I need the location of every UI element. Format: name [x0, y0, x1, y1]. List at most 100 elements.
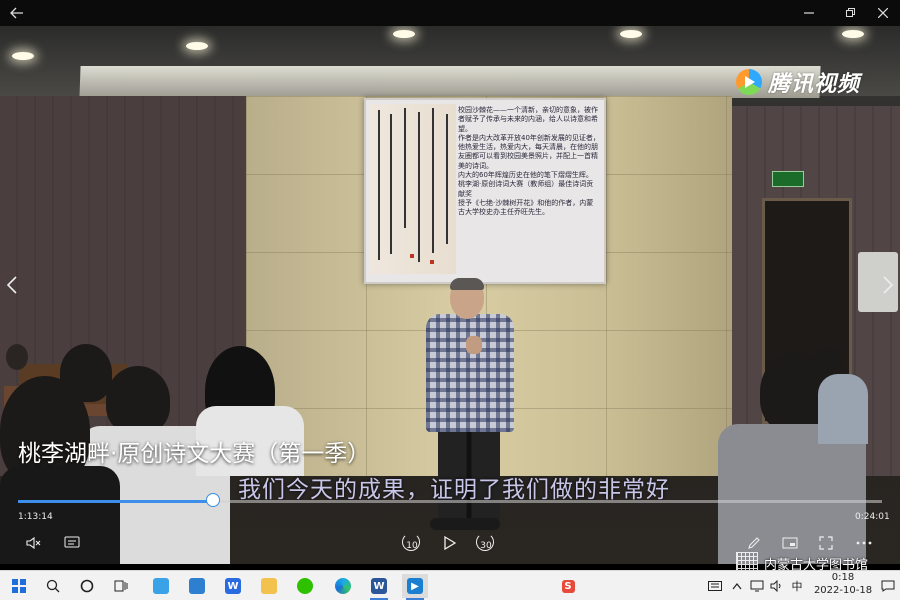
- network-icon: [750, 580, 764, 592]
- tray-ime[interactable]: 中: [788, 575, 806, 597]
- close-button[interactable]: [866, 0, 900, 26]
- audience-member: [6, 344, 28, 370]
- video-player-window: 校园沙棘花——一个清新，亲切的意象，被作者赋予了传承与未来的内涵，给人以诗意和希…: [0, 0, 900, 600]
- circle-icon: [80, 579, 94, 593]
- speaker-hands: [466, 336, 482, 354]
- skip-forward-button[interactable]: 30: [474, 532, 498, 554]
- taskbar-app-edge[interactable]: [330, 574, 356, 598]
- progress-bar[interactable]: [18, 493, 882, 507]
- ceiling-soffit: [79, 66, 821, 98]
- taskbar-app-computer[interactable]: [148, 574, 174, 598]
- search-icon: [46, 579, 60, 593]
- notification-icon: [881, 580, 895, 592]
- chevron-up-icon: [732, 583, 742, 590]
- progress-fill: [18, 500, 214, 503]
- clock-time: 0:18: [831, 572, 855, 583]
- next-button[interactable]: [878, 275, 898, 301]
- ceiling-light: [12, 52, 34, 60]
- taskbar-app-word[interactable]: W: [366, 574, 392, 600]
- skip-back-button[interactable]: 10: [400, 532, 424, 554]
- cortana-button[interactable]: [74, 574, 100, 598]
- wechat-icon: [297, 578, 313, 594]
- mute-button[interactable]: [22, 532, 46, 554]
- word-icon: W: [371, 578, 387, 594]
- tray-app-wps[interactable]: S: [558, 575, 578, 597]
- restore-icon: [846, 8, 855, 17]
- start-button[interactable]: [6, 574, 32, 598]
- speaker-shirt: [426, 314, 514, 432]
- volume-muted-icon: [26, 536, 41, 550]
- speaker-hair: [450, 278, 484, 290]
- captions-button[interactable]: [60, 532, 84, 554]
- windows-start-icon: [12, 579, 26, 593]
- chevron-left-icon: [6, 276, 17, 294]
- ceiling-light: [186, 42, 208, 50]
- exit-sign: [772, 171, 804, 187]
- computer-icon: [153, 578, 169, 594]
- more-options-button[interactable]: [852, 532, 876, 554]
- current-time: 1:13:14: [18, 512, 53, 522]
- tray-show-hidden[interactable]: [728, 575, 746, 597]
- task-view-button[interactable]: [108, 574, 134, 598]
- minimize-button[interactable]: [792, 0, 826, 26]
- keyboard-icon: [708, 581, 722, 591]
- tencent-video-logo-icon: [736, 69, 762, 95]
- slide-text: 校园沙棘花——一个清新，亲切的意象，被作者赋予了传承与未来的内涵，给人以诗意和希…: [458, 106, 600, 218]
- taskbar-app-store[interactable]: [184, 574, 210, 598]
- expand-icon: [819, 536, 833, 550]
- tray-network[interactable]: [748, 575, 766, 597]
- speaker-icon: [770, 580, 781, 592]
- folder-icon: [261, 578, 277, 594]
- more-icon: [856, 541, 872, 545]
- taskbar-app-wechat[interactable]: [292, 574, 318, 598]
- slide-paragraph: 内大的60年辉煌历史在他的笔下熠熠生辉。: [458, 171, 593, 180]
- taskbar-app-wps[interactable]: W: [220, 574, 246, 598]
- audience-member-body: [818, 374, 868, 444]
- skip-back-label: 10: [406, 541, 418, 551]
- skip-forward-label: 30: [480, 541, 492, 551]
- slide-paragraph: 授予《七绝·沙棘树开花》和他的作者，内蒙古大学校史办主任乔旺先生。: [458, 198, 594, 217]
- title-bar: [0, 0, 900, 26]
- taskbar-app-file-explorer[interactable]: [256, 574, 282, 598]
- slide-paragraph: 他热爱生活，热爱内大，每天清晨，在他的朋友圈都可以看到校园美景照片，并配上一首精…: [458, 143, 598, 170]
- taskbar-app-video-player[interactable]: ▶: [402, 574, 428, 600]
- arrow-left-icon: [10, 7, 23, 19]
- close-icon: [878, 8, 888, 18]
- search-button[interactable]: [40, 574, 66, 598]
- slide-paragraph: 桃李湖·原创诗词大赛（教师组）最佳诗词贡献奖: [458, 180, 594, 198]
- edge-icon: [335, 578, 351, 594]
- projection-screen: 校园沙棘花——一个清新，亲切的意象，被作者赋予了传承与未来的内涵，给人以诗意和希…: [364, 98, 606, 284]
- total-time: 0:24:01: [855, 512, 890, 522]
- previous-button[interactable]: [2, 275, 22, 301]
- calligraphy-artwork: [370, 104, 456, 274]
- captions-icon: [64, 536, 80, 548]
- minimize-icon: [804, 12, 814, 14]
- fullscreen-button[interactable]: [814, 532, 838, 554]
- mini-view-button[interactable]: [778, 532, 802, 554]
- play-button[interactable]: [438, 532, 462, 554]
- slide-paragraph: 校园沙棘花——一个清新，亲切的意象，被作者赋予了传承与未来的内涵，给人以诗意和希…: [458, 106, 598, 133]
- play-icon: [444, 536, 456, 550]
- logo-text: 腾讯视频: [768, 72, 861, 97]
- ceiling-light: [620, 30, 642, 38]
- tencent-video-logo: 腾讯视频: [736, 66, 860, 98]
- ceiling-light: [393, 30, 415, 38]
- video-player-icon: ▶: [407, 578, 423, 594]
- chevron-right-icon: [883, 276, 894, 294]
- speaker-shoes: [430, 518, 500, 530]
- slide-paragraph: 作者是内大改革开放40年创新发展的见证者，: [458, 133, 600, 142]
- clock-date: 2022-10-18: [813, 585, 873, 596]
- notifications-button[interactable]: [878, 575, 898, 597]
- restore-button[interactable]: [833, 0, 867, 26]
- store-icon: [189, 578, 205, 594]
- tray-volume[interactable]: [768, 575, 786, 597]
- system-clock[interactable]: 0:18 2022-10-18: [808, 571, 878, 597]
- edit-button[interactable]: [742, 532, 766, 554]
- ceiling-light: [842, 30, 864, 38]
- picture-in-picture-icon: [782, 537, 798, 549]
- back-button[interactable]: [0, 0, 34, 26]
- tray-keyboard[interactable]: [705, 575, 725, 597]
- video-title: 桃李湖畔·原创诗文大赛（第一季）: [18, 441, 371, 467]
- audience-member: [106, 366, 170, 434]
- task-view-icon: [114, 580, 128, 592]
